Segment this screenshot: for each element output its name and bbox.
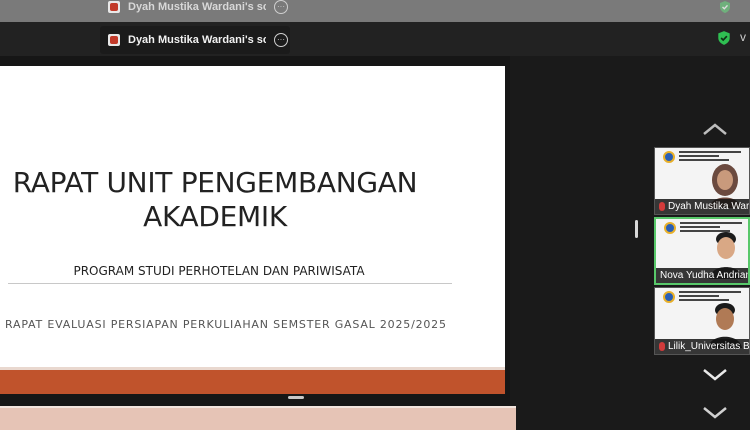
- background-shield-icon: [720, 1, 730, 13]
- mic-muted-icon: [659, 342, 665, 351]
- mic-muted-icon: [659, 202, 665, 211]
- background-scroll-down-button: [700, 404, 730, 422]
- meeting-top-bar: Dyah Mustika Wardani's screen ··· v: [0, 22, 750, 56]
- caret-down-icon[interactable]: v: [740, 30, 746, 44]
- screen-share-tab[interactable]: Dyah Mustika Wardani's screen ···: [100, 26, 290, 54]
- participant-tile-active[interactable]: Nova Yudha Andrianso: [654, 217, 750, 285]
- shared-screen-area: RAPAT UNIT PENGEMBANGAN AKADEMIK PROGRAM…: [0, 56, 510, 406]
- university-logo-icon: [663, 291, 675, 303]
- participant-tile[interactable]: Lilik_Universitas Bali: [654, 287, 750, 355]
- slide-subtitle: PROGRAM STUDI PERHOTELAN DAN PARIWISATA: [73, 264, 365, 278]
- slide-accent-stripe: [0, 367, 505, 394]
- background-more-icon: ···: [274, 0, 288, 14]
- participant-name-bar: Lilik_Universitas Bali: [655, 339, 749, 354]
- background-slide-strip: [0, 406, 516, 430]
- share-app-icon: [108, 34, 120, 46]
- participant-name-bar: Nova Yudha Andrianso: [656, 268, 748, 283]
- more-options-icon[interactable]: ···: [274, 33, 288, 47]
- shield-check-icon[interactable]: [716, 30, 732, 46]
- chevron-up-icon: [703, 123, 727, 135]
- screen-share-title: Dyah Mustika Wardani's screen: [128, 34, 266, 46]
- participant-name: Nova Yudha Andrianso: [660, 270, 748, 281]
- meeting-window: Dyah Mustika Wardani's screen ··· Dyah M…: [0, 0, 750, 430]
- participant-name-bar: Dyah Mustika Wardani: [655, 199, 749, 214]
- participant-name: Dyah Mustika Wardani: [668, 201, 749, 212]
- panel-resize-handle[interactable]: [635, 220, 638, 238]
- participant-name: Lilik_Universitas Bali: [668, 341, 749, 352]
- slide-event-text: RAPAT EVALUASI PERSIAPAN PERKULIAHAN SEM…: [5, 318, 447, 331]
- university-logo-icon: [664, 222, 676, 234]
- presentation-slide: RAPAT UNIT PENGEMBANGAN AKADEMIK PROGRAM…: [0, 66, 505, 394]
- scroll-down-button[interactable]: [700, 366, 730, 384]
- slide-divider: [8, 283, 452, 284]
- participant-tile[interactable]: Dyah Mustika Wardani: [654, 147, 750, 215]
- background-share-title: Dyah Mustika Wardani's screen: [128, 1, 266, 13]
- background-chevron-down-icon: [703, 407, 727, 419]
- share-app-icon: [108, 1, 120, 13]
- slide-title: RAPAT UNIT PENGEMBANGAN AKADEMIK: [0, 166, 430, 234]
- background-share-tab: Dyah Mustika Wardani's screen ···: [100, 0, 290, 14]
- chevron-down-icon: [703, 369, 727, 381]
- slide-title-line-2: AKADEMIK: [143, 200, 287, 233]
- scroll-up-button[interactable]: [700, 120, 730, 138]
- slide-title-line-1: RAPAT UNIT PENGEMBANGAN: [12, 166, 418, 199]
- university-logo-icon: [663, 151, 675, 163]
- share-scroll-handle[interactable]: [288, 396, 304, 399]
- background-window-bar: Dyah Mustika Wardani's screen ···: [0, 0, 750, 22]
